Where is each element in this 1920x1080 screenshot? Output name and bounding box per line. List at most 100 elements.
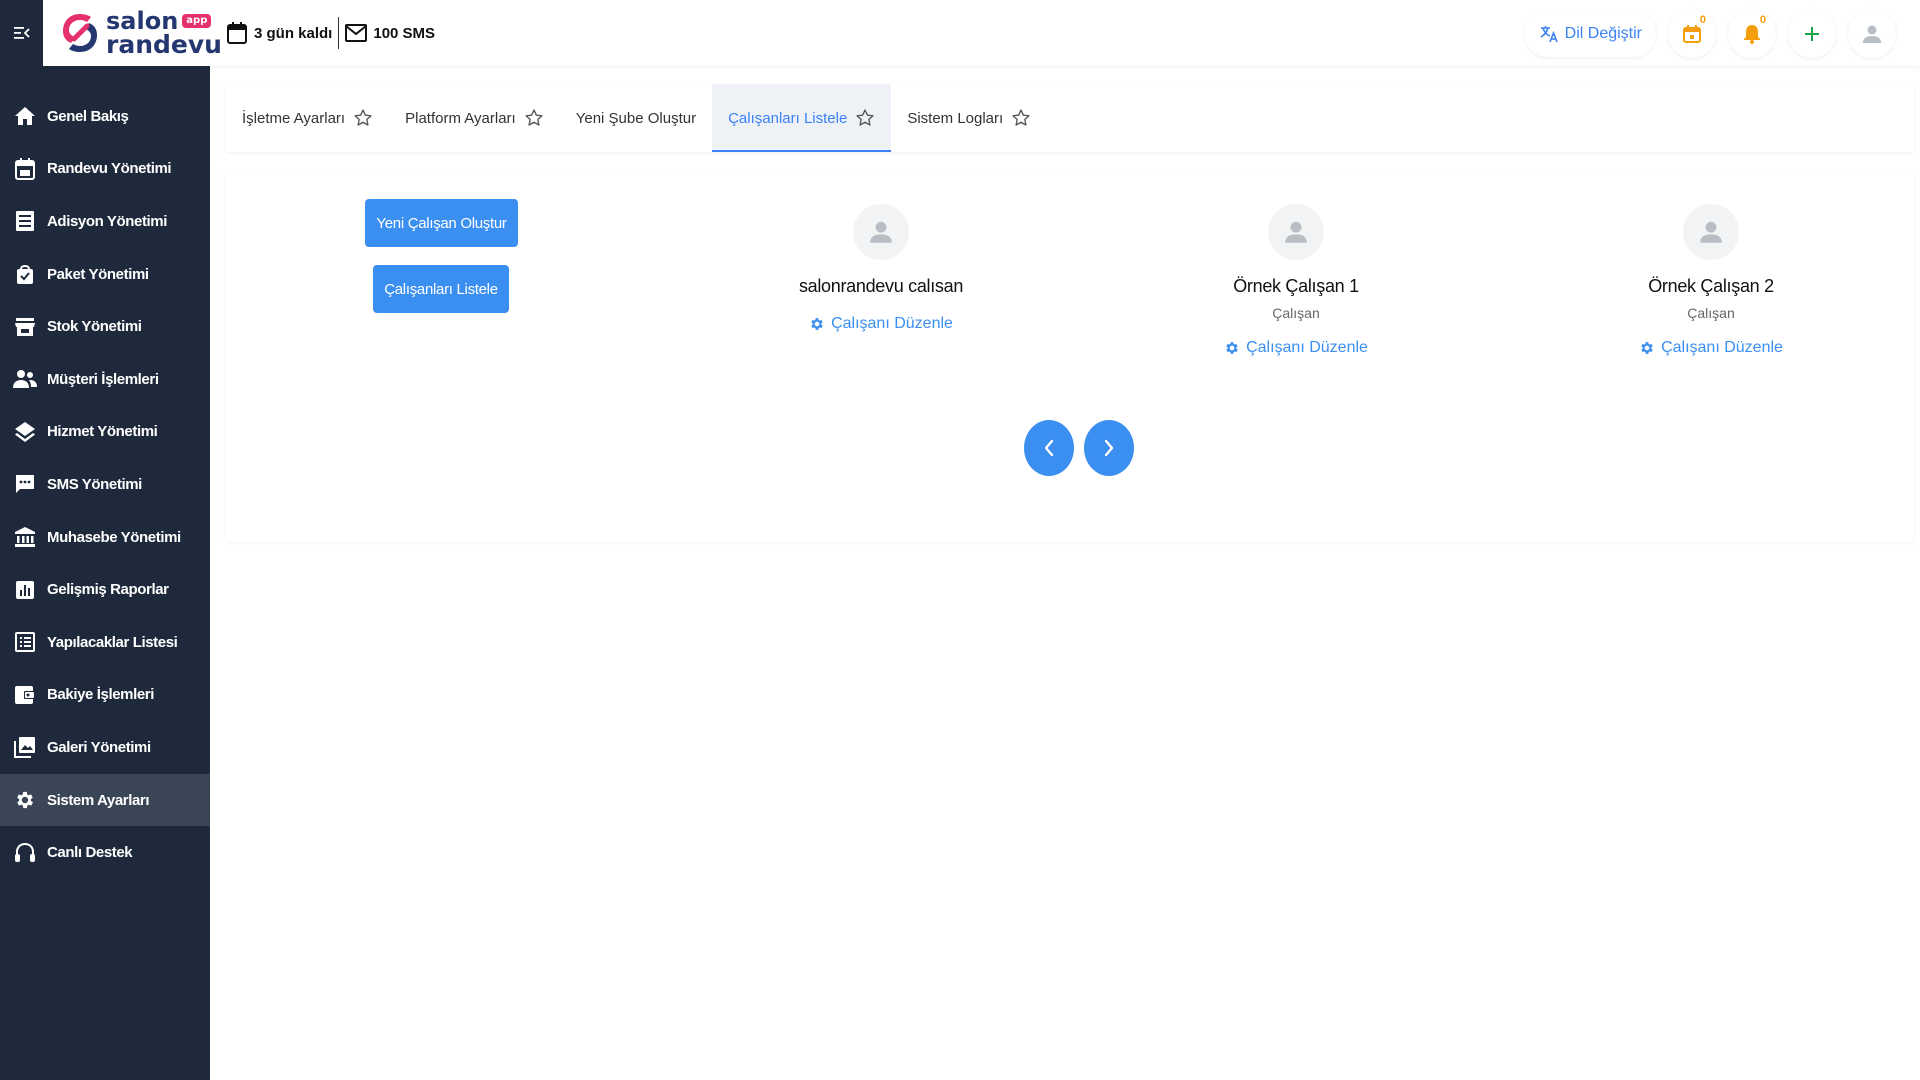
employees-panel: Yeni Çalışan Oluştur Çalışanları Listele… xyxy=(226,170,1914,542)
next-page-button[interactable] xyxy=(1084,420,1134,476)
tab-4[interactable]: Çalışanları Listele xyxy=(712,84,892,152)
notifications-button[interactable]: 0 xyxy=(1728,10,1776,58)
employee-avatar xyxy=(1683,204,1739,260)
top-bar: salon app randevu 3 gün kaldı 100 SMS Di… xyxy=(0,0,1920,66)
star-icon[interactable] xyxy=(353,108,373,128)
users-icon xyxy=(13,367,37,391)
sidebar-item-calendar[interactable]: Randevu Yönetimi xyxy=(0,143,210,196)
employee-name: salonrandevu calısan xyxy=(798,276,964,296)
tab-label: Yeni Şube Oluştur xyxy=(575,109,697,127)
sidebar-item-chart[interactable]: Gelişmiş Raporlar xyxy=(0,563,210,616)
sidebar-item-store[interactable]: Stok Yönetimi xyxy=(0,300,210,353)
edit-employee-link[interactable]: Çalışanı Düzenle xyxy=(809,315,953,333)
app-logo[interactable]: salon app randevu xyxy=(60,8,222,58)
tab-1[interactable]: İşletme Ayarları xyxy=(226,84,389,152)
employee-card: salonrandevu calısan Çalışanı Düzenle xyxy=(731,204,1031,333)
sidebar-item-label: Muhasebe Yönetimi xyxy=(47,528,181,546)
home-icon xyxy=(13,104,37,128)
sidebar-item-label: Randevu Yönetimi xyxy=(47,160,172,178)
gear-icon xyxy=(13,788,37,812)
sidebar-item-label: Stok Yönetimi xyxy=(47,318,142,336)
sidebar-item-label: Bakiye İşlemleri xyxy=(47,686,155,704)
edit-employee-link[interactable]: Çalışanı Düzenle xyxy=(1639,339,1783,357)
top-actions: Dil Değiştir 0 0 xyxy=(1524,10,1896,58)
tab-2[interactable]: Platform Ayarları xyxy=(389,84,560,152)
sidebar-item-label: Müşteri İşlemleri xyxy=(47,370,159,388)
tab-3[interactable]: Yeni Şube Oluştur xyxy=(560,84,712,152)
subscription-info: 3 gün kaldı 100 SMS xyxy=(226,17,435,49)
store-icon xyxy=(13,315,37,339)
sidebar-item-receipt[interactable]: Adisyon Yönetimi xyxy=(0,195,210,248)
sidebar-item-label: Hizmet Yönetimi xyxy=(47,423,158,441)
days-left-indicator[interactable]: 3 gün kaldı xyxy=(226,21,332,45)
employee-role: Çalışan xyxy=(1687,305,1735,321)
logo-app-badge: app xyxy=(182,14,212,28)
settings-tabs: İşletme Ayarları Platform Ayarları Yeni Şu… xyxy=(226,84,1914,152)
sidebar-item-headset[interactable]: Canlı Destek xyxy=(0,826,210,879)
sidebar: Genel Bakış Randevu Yönetimi Adisyon Yön… xyxy=(0,66,210,1080)
calendar-notifications-button[interactable]: 0 xyxy=(1668,10,1716,58)
sidebar-item-gear[interactable]: Sistem Ayarları xyxy=(0,773,210,827)
user-profile-button[interactable] xyxy=(1848,10,1896,58)
chart-icon xyxy=(13,578,37,602)
change-language-button[interactable]: Dil Değiştir xyxy=(1524,11,1656,57)
sidebar-item-layers[interactable]: Hizmet Yönetimi xyxy=(0,406,210,459)
user-avatar-icon xyxy=(1863,25,1881,43)
sidebar-item-chat[interactable]: SMS Yönetimi xyxy=(0,458,210,511)
logo-text-randevu: randevu xyxy=(106,30,222,59)
menu-collapse-icon xyxy=(13,27,30,39)
new-employee-button[interactable]: Yeni Çalışan Oluştur xyxy=(365,199,518,247)
employee-name: Örnek Çalışan 2 xyxy=(1648,276,1774,296)
sms-balance-indicator[interactable]: 100 SMS xyxy=(345,24,435,42)
edit-employee-label: Çalışanı Düzenle xyxy=(831,315,953,332)
days-left-text: 3 gün kaldı xyxy=(254,24,333,42)
employee-card: Örnek Çalışan 2 Çalışan Çalışanı Düzenle xyxy=(1561,204,1861,357)
bell-icon xyxy=(1744,25,1760,44)
tab-5[interactable]: Sistem Logları xyxy=(891,84,1047,152)
previous-page-button[interactable] xyxy=(1024,420,1074,476)
chevron-left-icon xyxy=(1044,439,1054,457)
employee-name: Örnek Çalışan 1 xyxy=(1233,276,1359,296)
sidebar-item-label: Gelişmiş Raporlar xyxy=(47,581,169,599)
star-icon[interactable] xyxy=(1011,108,1031,128)
edit-employee-label: Çalışanı Düzenle xyxy=(1661,339,1783,356)
user-avatar-icon xyxy=(1700,221,1722,243)
edit-employee-link[interactable]: Çalışanı Düzenle xyxy=(1224,339,1368,357)
sidebar-item-users[interactable]: Müşteri İşlemleri xyxy=(0,353,210,406)
calendar-count-badge: 0 xyxy=(1699,14,1706,26)
logo-mark-icon xyxy=(63,14,97,52)
sidebar-item-bank[interactable]: Muhasebe Yönetimi xyxy=(0,511,210,564)
list-employees-button[interactable]: Çalışanları Listele xyxy=(373,265,509,313)
edit-employee-label: Çalışanı Düzenle xyxy=(1246,339,1368,356)
sidebar-item-list[interactable]: Yapılacaklar Listesi xyxy=(0,616,210,669)
tab-label: Sistem Logları xyxy=(907,109,1004,127)
sidebar-item-label: Canlı Destek xyxy=(47,844,133,862)
sidebar-item-gallery[interactable]: Galeri Yönetimi xyxy=(0,721,210,774)
sidebar-item-label: Adisyon Yönetimi xyxy=(47,212,168,230)
tab-label: Platform Ayarları xyxy=(405,109,516,127)
employee-card: Örnek Çalışan 1 Çalışan Çalışanı Düzenle xyxy=(1146,204,1446,357)
chat-icon xyxy=(13,472,37,496)
receipt-icon xyxy=(13,209,37,233)
headset-icon xyxy=(13,841,37,865)
gallery-icon xyxy=(13,735,37,759)
sidebar-item-label: Yapılacaklar Listesi xyxy=(47,633,178,651)
star-icon[interactable] xyxy=(524,108,544,128)
employee-avatar xyxy=(1268,204,1324,260)
sidebar-item-home[interactable]: Genel Bakış xyxy=(0,90,210,143)
layers-icon xyxy=(13,420,37,444)
employee-avatar xyxy=(853,204,909,260)
sidebar-item-wallet[interactable]: Bakiye İşlemleri xyxy=(0,669,210,722)
star-icon[interactable] xyxy=(855,108,875,128)
tab-label: Çalışanları Listele xyxy=(728,109,848,127)
calendar-badge-icon xyxy=(1683,25,1701,43)
notification-count-badge: 0 xyxy=(1759,14,1766,26)
add-button[interactable] xyxy=(1788,10,1836,58)
sidebar-item-label: Sistem Ayarları xyxy=(47,791,150,809)
sidebar-item-bag[interactable]: Paket Yönetimi xyxy=(0,248,210,301)
mail-icon xyxy=(345,24,368,42)
menu-toggle-button[interactable] xyxy=(0,0,43,66)
list-icon xyxy=(13,630,37,654)
bag-icon xyxy=(13,262,37,286)
gear-icon xyxy=(1641,342,1653,354)
